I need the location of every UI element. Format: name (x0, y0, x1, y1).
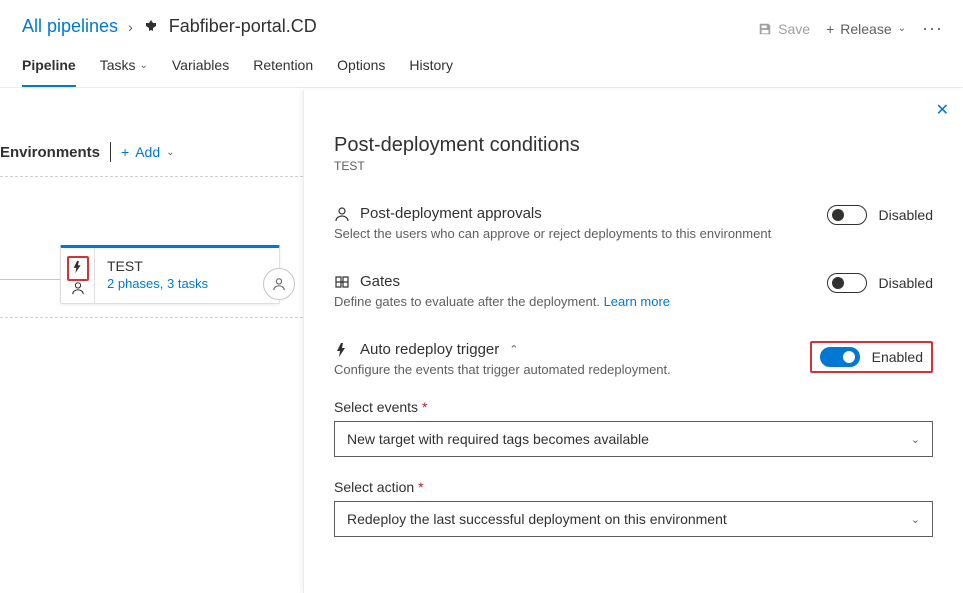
redeploy-toggle-highlight: Enabled (810, 341, 933, 373)
chevron-down-icon: ⌄ (139, 60, 147, 71)
top-actions: Save + Release ⌄ ··· (758, 18, 943, 39)
post-deployment-panel: ✕ Post-deployment conditions TEST Post-d… (303, 90, 963, 593)
tab-history[interactable]: History (409, 47, 453, 87)
action-label: Select action * (334, 479, 933, 495)
chevron-up-icon[interactable]: ⌃ (509, 343, 518, 356)
action-field: Select action * Redeploy the last succes… (334, 479, 933, 537)
close-button[interactable]: ✕ (936, 100, 949, 120)
stage-body: TEST 2 phases, 3 tasks (95, 248, 279, 303)
approvals-desc: Select the users who can approve or reje… (334, 226, 807, 241)
gates-toggle-wrap: Disabled (827, 273, 933, 293)
post-deployment-conditions-button[interactable] (263, 268, 295, 300)
chevron-down-icon: ⌄ (911, 513, 920, 526)
save-label: Save (778, 21, 810, 37)
save-button[interactable]: Save (758, 21, 810, 37)
approvals-title: Post-deployment approvals (360, 205, 542, 222)
approvals-state: Disabled (879, 207, 933, 223)
environments-label: Environments (0, 144, 100, 161)
trigger-highlight (67, 256, 89, 281)
gates-desc: Define gates to evaluate after the deplo… (334, 294, 807, 309)
pre-deployment-conditions[interactable] (61, 248, 95, 303)
person-icon (71, 281, 85, 295)
save-icon (758, 22, 772, 36)
redeploy-state: Enabled (872, 349, 923, 365)
stage-name: TEST (107, 258, 267, 274)
gates-icon (334, 274, 350, 290)
redeploy-section: Auto redeploy trigger ⌃ Configure the ev… (334, 341, 933, 377)
redeploy-desc: Configure the events that trigger automa… (334, 362, 790, 377)
chevron-down-icon: ⌄ (898, 23, 906, 34)
plus-icon: + (121, 144, 129, 160)
tab-retention[interactable]: Retention (253, 47, 313, 87)
trigger-icon (71, 260, 85, 274)
tabs: Pipeline Tasks⌄ Variables Retention Opti… (0, 47, 963, 88)
events-field: Select events * New target with required… (334, 399, 933, 457)
trigger-icon (334, 342, 350, 358)
chevron-right-icon: › (128, 19, 133, 35)
rocket-icon (143, 19, 159, 35)
chevron-down-icon: ⌄ (166, 147, 174, 158)
approvals-section: Post-deployment approvals Select the use… (334, 205, 933, 241)
tab-variables[interactable]: Variables (172, 47, 229, 87)
gates-section: Gates Define gates to evaluate after the… (334, 273, 933, 309)
events-select[interactable]: New target with required tags becomes av… (334, 421, 933, 457)
chevron-down-icon: ⌄ (911, 433, 920, 446)
tab-pipeline[interactable]: Pipeline (22, 47, 76, 87)
add-environment-button[interactable]: + Add ⌄ (121, 144, 175, 160)
approvals-toggle-wrap: Disabled (827, 205, 933, 225)
release-label: Release (840, 21, 891, 37)
add-label: Add (135, 144, 160, 160)
release-button[interactable]: + Release ⌄ (826, 21, 906, 37)
action-select[interactable]: Redeploy the last successful deployment … (334, 501, 933, 537)
events-label: Select events * (334, 399, 933, 415)
stage-card[interactable]: TEST 2 phases, 3 tasks (60, 245, 280, 304)
person-icon (272, 277, 286, 291)
action-value: Redeploy the last successful deployment … (347, 511, 727, 527)
approvals-toggle[interactable] (827, 205, 867, 225)
gates-toggle[interactable] (827, 273, 867, 293)
stage-tasks-link[interactable]: 2 phases, 3 tasks (107, 276, 267, 291)
redeploy-title: Auto redeploy trigger (360, 341, 499, 358)
panel-subtitle: TEST (334, 159, 933, 173)
tab-options[interactable]: Options (337, 47, 385, 87)
plus-icon: + (826, 21, 834, 37)
more-button[interactable]: ··· (922, 18, 943, 39)
breadcrumb-root-link[interactable]: All pipelines (22, 16, 118, 37)
gates-state: Disabled (879, 275, 933, 291)
person-icon (334, 206, 350, 222)
pipeline-title: Fabfiber-portal.CD (169, 16, 317, 37)
redeploy-toggle[interactable] (820, 347, 860, 367)
learn-more-link[interactable]: Learn more (604, 294, 670, 309)
divider (110, 142, 111, 162)
stage-connector (0, 279, 60, 280)
panel-title: Post-deployment conditions (334, 134, 933, 157)
gates-title: Gates (360, 273, 400, 290)
tab-tasks[interactable]: Tasks⌄ (100, 47, 148, 87)
events-value: New target with required tags becomes av… (347, 431, 649, 447)
